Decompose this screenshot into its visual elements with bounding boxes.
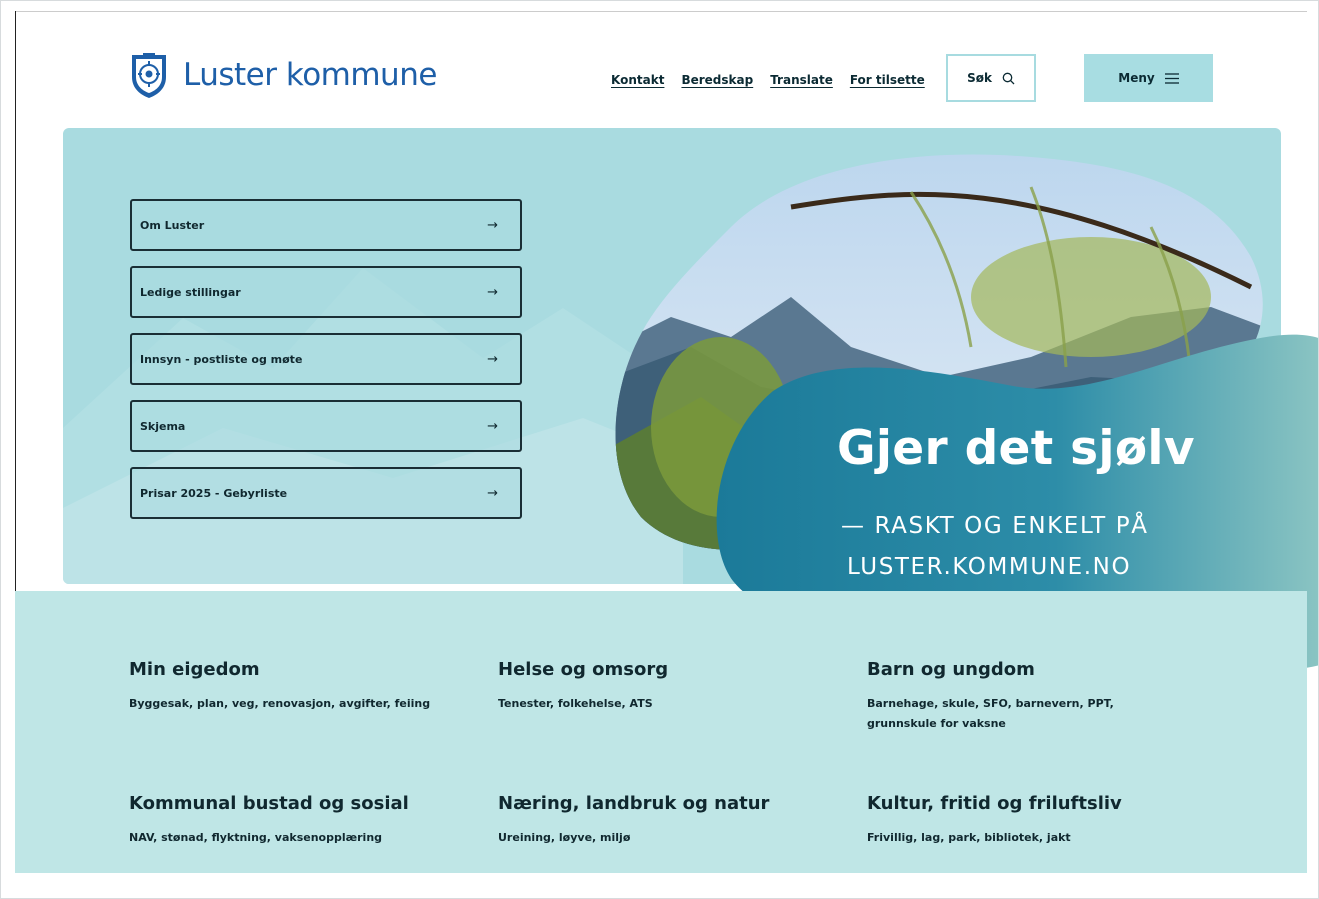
quicklink-label: Prisar 2025 - Gebyrliste xyxy=(140,486,288,500)
category-title: Helse og omsorg xyxy=(498,659,669,680)
top-nav: Kontakt Beredskap Translate For tilsette xyxy=(611,73,925,87)
hamburger-icon xyxy=(1164,72,1179,84)
nav-link-translate[interactable]: Translate xyxy=(770,73,833,87)
quicklink-label: Ledige stillingar xyxy=(140,285,241,299)
arrow-right-icon: → xyxy=(487,485,498,501)
quicklink-om-luster[interactable]: Om Luster → xyxy=(130,199,522,251)
coat-of-arms-icon xyxy=(132,53,166,98)
search-label: Søk xyxy=(967,71,992,85)
category-title: Kommunal bustad og sosial xyxy=(129,793,409,814)
category-description: Ureining, løyve, miljø xyxy=(498,831,631,844)
category-title: Min eigedom xyxy=(129,659,260,680)
nav-link-beredskap[interactable]: Beredskap xyxy=(681,73,753,87)
arrow-right-icon: → xyxy=(487,217,498,233)
nav-link-for-tilsette[interactable]: For tilsette xyxy=(850,73,925,87)
quicklink-prisar[interactable]: Prisar 2025 - Gebyrliste → xyxy=(130,467,522,519)
category-min-eigedom[interactable]: Min eigedom Byggesak, plan, veg, renovas… xyxy=(129,659,459,714)
promo-subtitle-line2: LUSTER.KOMMUNE.NO xyxy=(847,554,1132,580)
site-logo[interactable]: Luster kommune xyxy=(129,51,437,99)
frame-top-rule xyxy=(15,11,1307,12)
page-frame: Luster kommune Kontakt Beredskap Transla… xyxy=(0,0,1319,899)
category-title: Barn og ungdom xyxy=(867,659,1035,680)
category-description: NAV, stønad, flyktning, vaksenopplæring xyxy=(129,831,383,844)
quicklink-label: Innsyn - postliste og møte xyxy=(140,352,303,366)
category-description: Barnehage, skule, SFO, barnevern, PPT, g… xyxy=(867,697,1114,730)
quicklinks-list: Om Luster → Ledige stillingar → Innsyn -… xyxy=(130,199,522,534)
quicklink-innsyn[interactable]: Innsyn - postliste og møte → xyxy=(130,333,522,385)
arrow-right-icon: → xyxy=(487,284,498,300)
category-title: Næring, landbruk og natur xyxy=(498,793,770,814)
category-helse-og-omsorg[interactable]: Helse og omsorg Tenester, folkehelse, AT… xyxy=(498,659,828,714)
search-icon xyxy=(1002,72,1015,84)
quicklink-ledige-stillingar[interactable]: Ledige stillingar → xyxy=(130,266,522,318)
nav-link-kontakt[interactable]: Kontakt xyxy=(611,73,664,87)
category-title: Kultur, fritid og friluftsliv xyxy=(867,793,1122,814)
promo-title: Gjer det sjølv xyxy=(837,421,1195,476)
arrow-right-icon: → xyxy=(487,351,498,367)
category-naering[interactable]: Næring, landbruk og natur Ureining, løyv… xyxy=(498,793,828,848)
category-kultur[interactable]: Kultur, fritid og friluftsliv Frivillig,… xyxy=(867,793,1197,848)
quicklink-skjema[interactable]: Skjema → xyxy=(130,400,522,452)
category-description: Tenester, folkehelse, ATS xyxy=(498,697,653,710)
menu-button[interactable]: Meny xyxy=(1084,54,1213,102)
category-description: Byggesak, plan, veg, renovasjon, avgifte… xyxy=(129,697,431,710)
menu-label: Meny xyxy=(1118,71,1155,85)
promo-subtitle-line1: — RASKT OG ENKELT PÅ xyxy=(841,513,1149,539)
category-section: Min eigedom Byggesak, plan, veg, renovas… xyxy=(15,591,1307,873)
quicklink-label: Skjema xyxy=(140,419,186,433)
logo-text: Luster kommune xyxy=(183,57,437,93)
search-button[interactable]: Søk xyxy=(946,54,1036,102)
category-kommunal-bustad[interactable]: Kommunal bustad og sosial NAV, stønad, f… xyxy=(129,793,459,848)
arrow-right-icon: → xyxy=(487,418,498,434)
category-description: Frivillig, lag, park, bibliotek, jakt xyxy=(867,831,1071,844)
quicklink-label: Om Luster xyxy=(140,218,205,232)
category-barn-og-ungdom[interactable]: Barn og ungdom Barnehage, skule, SFO, ba… xyxy=(867,659,1167,734)
